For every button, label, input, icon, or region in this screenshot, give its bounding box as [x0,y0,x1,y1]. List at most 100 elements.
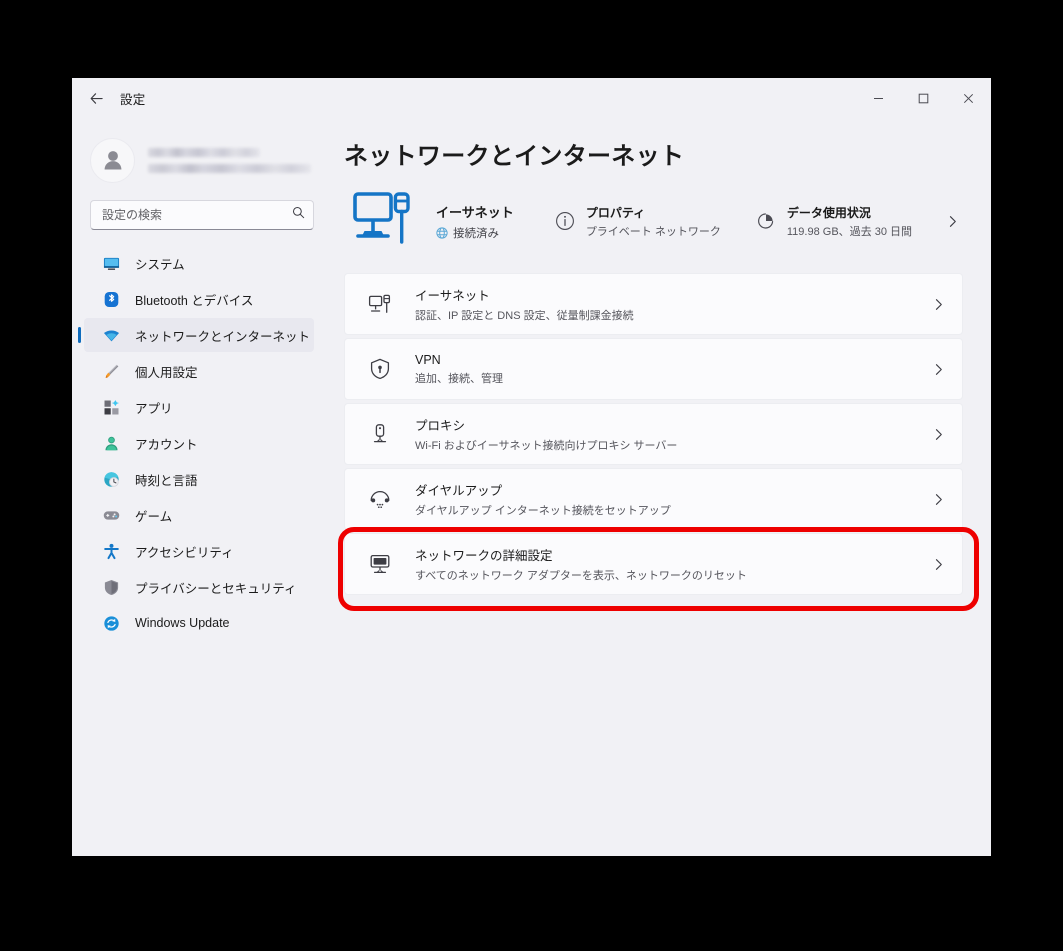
profile-email-redacted [148,163,311,173]
sidebar-item-label: プライバシーとセキュリティ [135,581,297,596]
sidebar-item-network-internet[interactable]: ネットワークとインターネット [84,318,314,352]
properties-subtitle: プライベート ネットワーク [585,225,721,238]
window-controls [856,78,991,118]
sidebar-item-label: ネットワークとインターネット [135,329,311,344]
profile-name-redacted [148,147,260,157]
card-advanced-network-settings[interactable]: ネットワークの詳細設定 すべてのネットワーク アダプターを表示、ネットワークのリ… [338,527,979,611]
data-usage-title: データ使用状況 [786,205,871,220]
card-text: VPN 追加、接続、管理 [415,353,932,386]
chevron-right-icon[interactable] [932,493,945,506]
avatar [90,137,135,183]
card-text: ネットワークの詳細設定 すべてのネットワーク アダプターを表示、ネットワークのリ… [415,545,932,583]
paintbrush-icon [102,362,120,380]
card-title: VPN [415,352,441,367]
card-ethernet[interactable]: イーサネット 認証、IP 設定と DNS 設定、従量制課金接続 [344,273,963,335]
card-subtitle: 認証、IP 設定と DNS 設定、従量制課金接続 [415,310,634,322]
sidebar-item-apps[interactable]: アプリ [84,390,314,424]
app-title: 設定 [120,92,146,107]
proxy-server-icon [367,421,393,447]
card-title: ネットワークの詳細設定 [415,549,553,563]
sidebar-item-label: ゲーム [135,509,173,524]
sidebar-item-label: アプリ [135,401,173,416]
sidebar: システム Bluetooth とデバイス [72,118,330,856]
sidebar-item-privacy-security[interactable]: プライバシーとセキュリティ [84,570,314,604]
chevron-right-icon[interactable] [946,215,963,228]
sidebar-item-label: アクセシビリティ [135,545,234,560]
gamepad-icon [102,506,120,524]
card-text: ダイヤルアップ ダイヤルアップ インターネット接続をセットアップ [415,480,932,518]
window-body: システム Bluetooth とデバイス [72,118,991,856]
main-content: ネットワークとインターネット イーサネット 接続済み プロパティ プライベート … [330,118,991,856]
clock-globe-icon [102,470,120,488]
chevron-right-icon[interactable] [932,428,945,441]
maximize-button[interactable] [901,78,946,118]
sidebar-item-personalization[interactable]: 個人用設定 [84,354,314,388]
info-circle-icon [554,210,576,232]
settings-card-list: イーサネット 認証、IP 設定と DNS 設定、従量制課金接続 VPN 追加、接… [338,273,979,611]
sidebar-item-label: システム [135,257,185,272]
card-proxy[interactable]: プロキシ Wi-Fi およびイーサネット接続向けプロキシ サーバー [344,403,963,465]
ethernet-name: イーサネット [436,204,514,220]
bluetooth-icon [102,290,120,308]
chevron-right-icon[interactable] [932,363,945,376]
close-button[interactable] [946,78,991,118]
minimize-button[interactable] [856,78,901,118]
properties-title: プロパティ [585,205,646,220]
accessibility-icon [102,542,120,560]
ethernet-desktop-icon [348,188,422,254]
sidebar-item-accounts[interactable]: アカウント [84,426,314,460]
card-title: ダイヤルアップ [415,484,503,498]
vpn-shield-icon [367,356,393,382]
data-usage-kpi[interactable]: データ使用状況 119.98 GB、過去 30 日間 [755,204,912,239]
user-profile[interactable] [72,118,322,190]
system-monitor-icon [102,254,120,272]
data-usage-subtitle: 119.98 GB、過去 30 日間 [786,225,912,238]
update-refresh-icon [102,614,120,632]
ethernet-status-text: 接続済み [453,227,499,240]
chevron-right-icon[interactable] [932,298,945,311]
sidebar-item-windows-update[interactable]: Windows Update [84,606,314,640]
sidebar-item-system[interactable]: システム [84,246,314,280]
close-icon [963,93,974,103]
card-vpn[interactable]: VPN 追加、接続、管理 [344,338,963,400]
properties-kpi[interactable]: プロパティ プライベート ネットワーク [554,204,721,239]
apps-icon [102,398,120,416]
sidebar-item-time-language[interactable]: 時刻と言語 [84,462,314,496]
minimize-icon [874,97,883,99]
dialup-modem-icon [367,486,393,512]
card-title: イーサネット [415,289,490,303]
search-box [90,200,314,230]
search-input[interactable] [90,200,314,230]
globe-icon [436,226,448,239]
titlebar: 設定 [72,78,991,118]
card-subtitle: 追加、接続、管理 [415,372,503,385]
ethernet-status-row: 接続済み [436,225,554,241]
sidebar-item-label: Bluetooth とデバイス [135,293,254,308]
ethernet-summary: イーサネット 接続済み [436,202,554,241]
chevron-right-icon[interactable] [932,558,945,571]
sidebar-item-label: 個人用設定 [135,365,198,380]
network-advanced-icon [367,551,393,577]
sidebar-item-gaming[interactable]: ゲーム [84,498,314,532]
ethernet-status-panel[interactable]: イーサネット 接続済み プロパティ プライベート ネットワーク データ使用状況 … [344,175,963,267]
card-text: イーサネット 認証、IP 設定と DNS 設定、従量制課金接続 [415,285,932,323]
sidebar-item-accessibility[interactable]: アクセシビリティ [84,534,314,568]
settings-window: 設定 設定の検索 システム Bluetooth とデバイス ネットワークとインタ… [72,78,991,856]
sidebar-item-bluetooth-devices[interactable]: Bluetooth とデバイス [84,282,314,316]
back-button[interactable] [80,82,112,114]
maximize-icon [918,93,929,103]
sidebar-item-label: Windows Update [135,616,230,630]
wifi-icon [102,326,120,344]
pie-chart-icon [755,210,777,232]
sidebar-item-label: 時刻と言語 [135,473,198,488]
card-dialup[interactable]: ダイヤルアップ ダイヤルアップ インターネット接続をセットアップ [344,468,963,530]
card-subtitle: すべてのネットワーク アダプターを表示、ネットワークのリセット [415,570,747,582]
sidebar-nav: システム Bluetooth とデバイス ネットワークとインターネット 個人用設… [72,246,322,640]
account-person-icon [102,434,120,452]
page-title: ネットワークとインターネット [344,143,685,170]
card-title: プロキシ [415,419,466,433]
sidebar-item-label: アカウント [135,437,198,452]
ethernet-port-icon [367,291,393,317]
person-icon [104,151,121,170]
back-arrow-icon [90,92,103,104]
